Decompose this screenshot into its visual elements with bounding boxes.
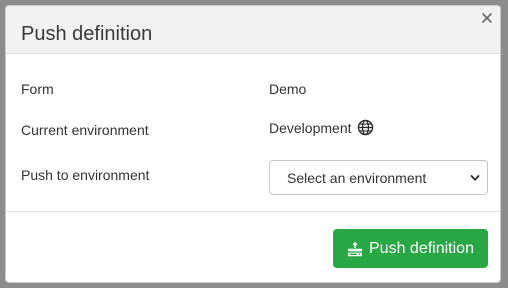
close-icon[interactable] bbox=[479, 10, 495, 26]
footer-divider bbox=[6, 211, 500, 212]
environment-select-value: Select an environment bbox=[287, 170, 427, 186]
form-label: Form bbox=[21, 81, 54, 97]
push-icon bbox=[348, 241, 362, 257]
chevron-down-icon bbox=[470, 175, 480, 181]
globe-icon bbox=[357, 119, 374, 136]
push-definition-dialog: Push definition Form Demo Current enviro… bbox=[5, 5, 501, 283]
dialog-title: Push definition bbox=[21, 23, 153, 45]
current-environment-value: Development bbox=[269, 120, 352, 136]
push-to-environment-label: Push to environment bbox=[21, 167, 150, 183]
close-button[interactable] bbox=[479, 10, 495, 26]
dialog-header: Push definition bbox=[6, 6, 500, 54]
push-definition-label: Push definition bbox=[369, 240, 474, 257]
current-environment-label: Current environment bbox=[21, 122, 149, 138]
environment-select[interactable]: Select an environment bbox=[269, 160, 488, 195]
push-definition-button[interactable]: Push definition bbox=[333, 229, 488, 268]
form-value: Demo bbox=[269, 81, 307, 97]
